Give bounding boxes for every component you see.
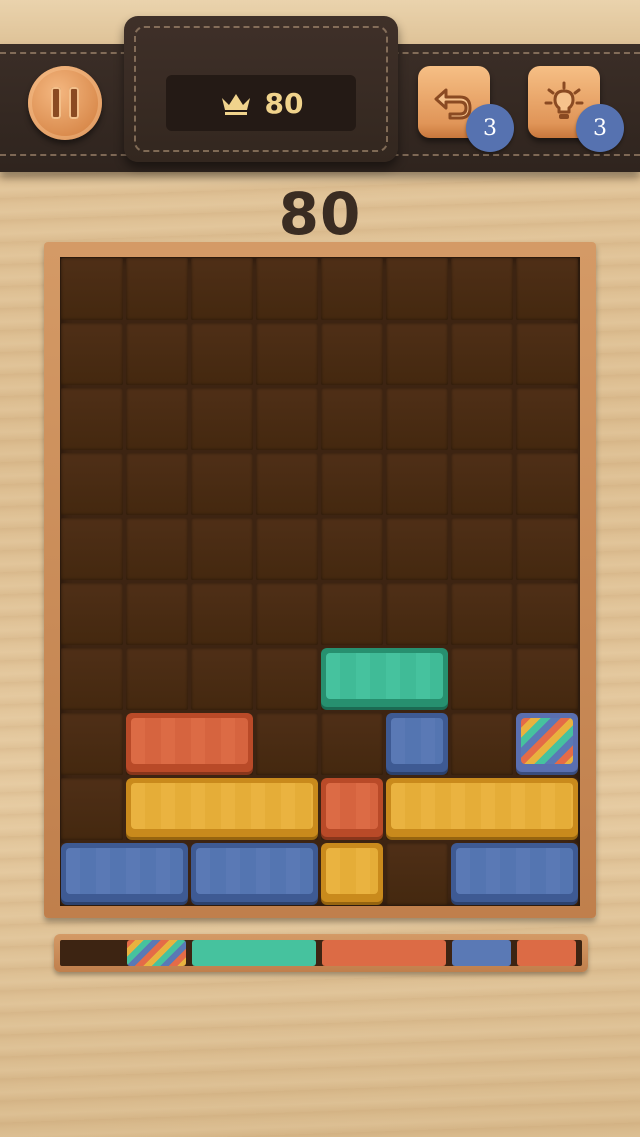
board-cell bbox=[61, 648, 123, 710]
next-orange-piece bbox=[517, 940, 576, 966]
board-cell bbox=[516, 323, 578, 385]
board-cell bbox=[321, 388, 383, 450]
next-row-preview bbox=[60, 940, 582, 966]
board-cell bbox=[451, 453, 513, 515]
yellow-block[interactable] bbox=[321, 843, 383, 902]
board-cell bbox=[256, 518, 318, 580]
board-cell bbox=[256, 648, 318, 710]
board-cell bbox=[61, 583, 123, 645]
board-cell bbox=[126, 258, 188, 320]
board-cell bbox=[256, 453, 318, 515]
board-cell bbox=[321, 583, 383, 645]
rainbow-block[interactable] bbox=[516, 713, 578, 772]
board-cell bbox=[256, 323, 318, 385]
crown-icon bbox=[221, 94, 250, 115]
next-teal-piece bbox=[192, 940, 316, 966]
board-cell bbox=[61, 323, 123, 385]
board-cell bbox=[61, 713, 123, 775]
board-cell bbox=[386, 453, 448, 515]
board-cell bbox=[516, 388, 578, 450]
board-cell bbox=[451, 583, 513, 645]
best-score-box: 80 bbox=[166, 75, 356, 131]
board-cell bbox=[126, 518, 188, 580]
board-cell bbox=[516, 583, 578, 645]
blue-block[interactable] bbox=[191, 843, 318, 902]
board-cell bbox=[256, 388, 318, 450]
next-blue-piece bbox=[452, 940, 511, 966]
board-cell bbox=[191, 453, 253, 515]
game-board[interactable] bbox=[60, 257, 580, 906]
board-cell bbox=[191, 323, 253, 385]
board-cell bbox=[61, 388, 123, 450]
orange-block[interactable] bbox=[321, 778, 383, 837]
pause-button[interactable] bbox=[28, 66, 102, 140]
board-cell bbox=[321, 518, 383, 580]
board-cell bbox=[61, 453, 123, 515]
blue-block[interactable] bbox=[61, 843, 188, 902]
current-score: 80 bbox=[278, 180, 362, 248]
board-cell bbox=[321, 713, 383, 775]
board-cell bbox=[126, 453, 188, 515]
board-cell bbox=[451, 323, 513, 385]
undo-count-badge: 3 bbox=[466, 104, 514, 152]
teal-block[interactable] bbox=[321, 648, 448, 707]
board-cell bbox=[386, 258, 448, 320]
board-cell bbox=[256, 713, 318, 775]
board-cell bbox=[61, 518, 123, 580]
board-cell bbox=[516, 648, 578, 710]
board-cell bbox=[256, 258, 318, 320]
board-cell bbox=[191, 648, 253, 710]
board-cell bbox=[451, 713, 513, 775]
board-cell bbox=[321, 323, 383, 385]
yellow-block[interactable] bbox=[386, 778, 578, 837]
board-cell bbox=[191, 388, 253, 450]
board-cell bbox=[321, 258, 383, 320]
board-cell bbox=[516, 258, 578, 320]
board-cell bbox=[61, 258, 123, 320]
board-cell bbox=[451, 648, 513, 710]
board-cell bbox=[516, 518, 578, 580]
board-cell bbox=[516, 453, 578, 515]
board-cell bbox=[126, 323, 188, 385]
board-cell bbox=[386, 843, 448, 905]
orange-block[interactable] bbox=[126, 713, 253, 772]
best-score-value: 80 bbox=[264, 86, 304, 120]
board-cell bbox=[451, 258, 513, 320]
board-cell bbox=[451, 518, 513, 580]
hint-count-badge: 3 bbox=[576, 104, 624, 152]
board-cell bbox=[386, 583, 448, 645]
board-cell bbox=[191, 518, 253, 580]
board-cell bbox=[191, 583, 253, 645]
board-cell bbox=[256, 583, 318, 645]
next-orange-piece bbox=[322, 940, 446, 966]
board-cell bbox=[126, 648, 188, 710]
board-cell bbox=[126, 583, 188, 645]
board-cell bbox=[451, 388, 513, 450]
yellow-block[interactable] bbox=[126, 778, 318, 837]
board-cell bbox=[321, 453, 383, 515]
blue-block[interactable] bbox=[451, 843, 578, 902]
pause-icon bbox=[47, 87, 83, 119]
blue-block[interactable] bbox=[386, 713, 448, 772]
next-rainbow-piece bbox=[127, 940, 186, 966]
board-cell bbox=[126, 388, 188, 450]
board-cell bbox=[386, 388, 448, 450]
board-cell bbox=[61, 778, 123, 840]
board-cell bbox=[386, 323, 448, 385]
board-cell bbox=[386, 518, 448, 580]
board-cell bbox=[191, 258, 253, 320]
